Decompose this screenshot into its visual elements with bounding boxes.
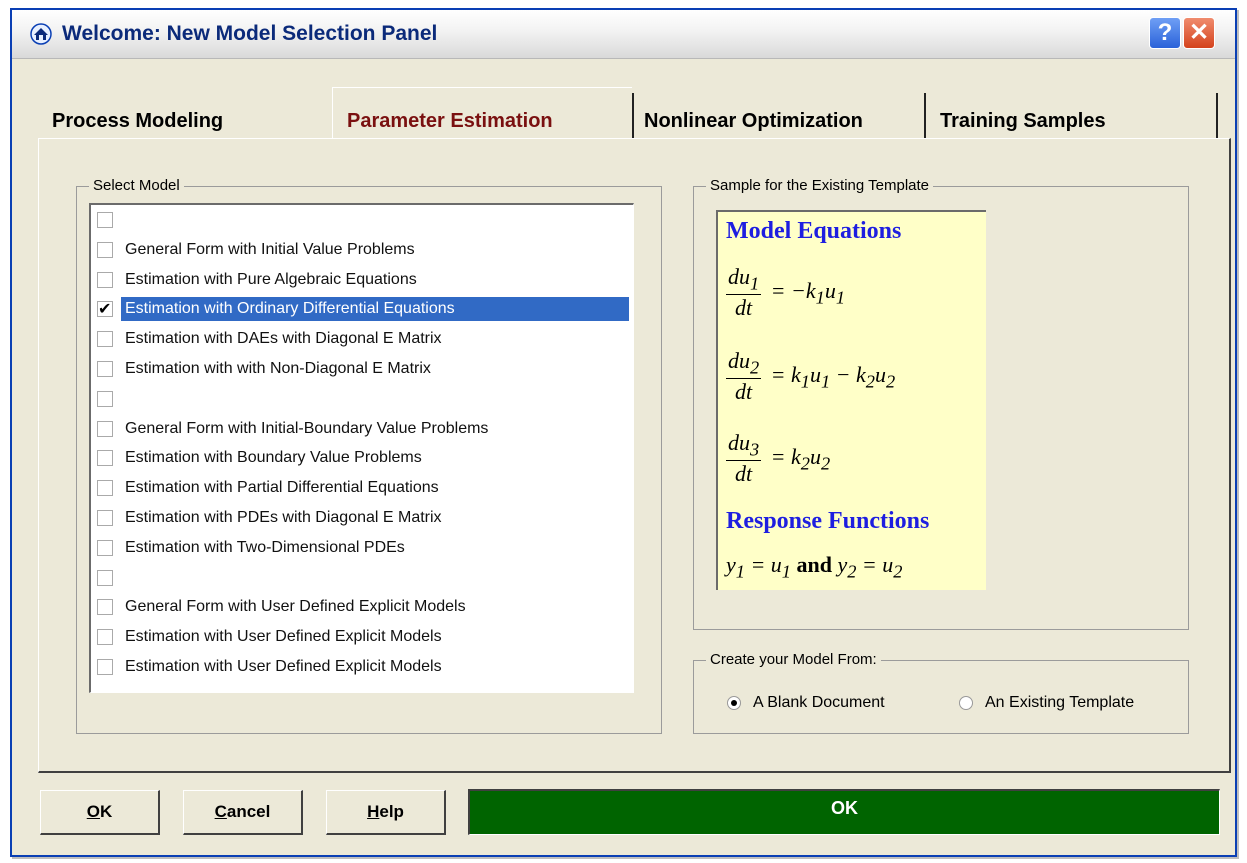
model-equations-heading: Model Equations xyxy=(726,218,902,244)
list-item[interactable]: Estimation with DAEs with Diagonal E Mat… xyxy=(97,326,629,352)
checkbox-icon[interactable] xyxy=(97,450,113,467)
sample-label: Sample for the Existing Template xyxy=(706,177,934,194)
cancel-button[interactable]: Cancel xyxy=(183,790,303,835)
list-item-label: Estimation with with Non-Diagonal E Matr… xyxy=(125,360,431,377)
list-item-label: Estimation with Two-Dimensional PDEs xyxy=(125,538,405,556)
radio-blank-document[interactable]: A Blank Document xyxy=(727,694,885,712)
tab-process-modeling[interactable]: Process Modeling xyxy=(38,93,338,139)
checkbox-icon[interactable] xyxy=(97,569,113,586)
checkbox-icon[interactable] xyxy=(97,420,113,437)
equation-2: du2 dt = k1u1 − k2u2 xyxy=(726,348,896,405)
tab-parameter-estimation[interactable]: Parameter Estimation xyxy=(332,87,632,139)
list-item[interactable]: Estimation with PDEs with Diagonal E Mat… xyxy=(97,505,629,531)
checkbox-icon[interactable] xyxy=(97,659,113,675)
list-item-label: Estimation with Boundary Value Problems xyxy=(125,449,422,467)
tab-training-samples[interactable]: Training Samples xyxy=(924,93,1218,139)
list-item-label: General Form with Initial Value Problems xyxy=(125,240,415,258)
list-item-label: Estimation with User Defined Explicit Mo… xyxy=(125,658,442,675)
checkbox-icon[interactable] xyxy=(97,271,113,288)
checkbox-icon[interactable] xyxy=(97,629,113,646)
checkbox-icon[interactable] xyxy=(97,599,113,616)
list-item[interactable]: Estimation with User Defined Explicit Mo… xyxy=(97,624,629,650)
list-item-label: General Form with Initial-Boundary Value… xyxy=(125,419,489,437)
list-item[interactable]: Estimation with Ordinary Differential Eq… xyxy=(97,296,629,322)
list-item-label: Estimation with Ordinary Differential Eq… xyxy=(121,297,629,322)
radio-label: A Blank Document xyxy=(753,694,885,711)
list-item[interactable]: Estimation with User Defined Explicit Mo… xyxy=(97,654,629,680)
question-icon: ? xyxy=(1157,19,1173,46)
tab-label: Training Samples xyxy=(940,110,1106,132)
select-model-label: Select Model xyxy=(89,177,184,194)
list-item[interactable] xyxy=(97,207,629,233)
checkbox-checked-icon[interactable] xyxy=(97,299,113,318)
radio-unselected-icon xyxy=(959,696,973,710)
response-functions-heading: Response Functions xyxy=(726,508,930,534)
list-item-label: Estimation with PDEs with Diagonal E Mat… xyxy=(125,509,442,526)
list-item[interactable]: Estimation with with Non-Diagonal E Matr… xyxy=(97,356,629,382)
list-item[interactable]: Estimation with Two-Dimensional PDEs xyxy=(97,535,629,561)
ok-button[interactable]: OK xyxy=(40,790,160,835)
list-item[interactable] xyxy=(97,386,629,412)
list-item-label: Estimation with DAEs with Diagonal E Mat… xyxy=(125,330,442,348)
list-item-label: Estimation with User Defined Explicit Mo… xyxy=(125,628,442,646)
title-bar[interactable]: Welcome: New Model Selection Panel ? ✕ xyxy=(12,10,1235,59)
list-item-label: General Form with User Defined Explicit … xyxy=(125,598,466,616)
tab-label: Process Modeling xyxy=(52,110,224,132)
list-item[interactable]: Estimation with Pure Algebraic Equations xyxy=(97,267,629,293)
list-item[interactable]: Estimation with Partial Differential Equ… xyxy=(97,475,629,501)
checkbox-icon[interactable] xyxy=(97,510,113,526)
equation-1: du1 dt = −k1u1 xyxy=(726,264,845,321)
checkbox-icon[interactable] xyxy=(97,241,113,258)
close-button[interactable]: ✕ xyxy=(1183,17,1215,49)
checkbox-icon[interactable] xyxy=(97,480,113,497)
radio-existing-template[interactable]: An Existing Template xyxy=(959,694,1134,712)
status-bar: OK xyxy=(468,789,1220,835)
window-title: Welcome: New Model Selection Panel xyxy=(62,22,438,45)
list-item[interactable]: General Form with Initial-Boundary Value… xyxy=(97,416,629,442)
list-item[interactable]: Estimation with Boundary Value Problems xyxy=(97,445,629,471)
radio-label: An Existing Template xyxy=(985,694,1135,711)
sample-preview: Model Equations du1 dt = −k1u1 du2 dt = k1… xyxy=(716,210,986,590)
response-equation: y1 = u1 and y2 = u2 xyxy=(726,552,903,582)
checkbox-icon[interactable] xyxy=(97,212,113,228)
create-from-label: Create your Model From: xyxy=(706,651,881,668)
radio-selected-icon xyxy=(727,696,741,710)
tab-nonlinear-optimization[interactable]: Nonlinear Optimization xyxy=(632,93,924,139)
checkbox-icon[interactable] xyxy=(97,539,113,556)
list-item[interactable] xyxy=(97,565,629,591)
app-house-icon xyxy=(30,23,52,45)
list-item-label: Estimation with Pure Algebraic Equations xyxy=(125,270,417,288)
checkbox-icon[interactable] xyxy=(97,331,113,348)
tab-label: Parameter Estimation xyxy=(347,110,553,132)
checkbox-icon[interactable] xyxy=(97,361,113,377)
help-button[interactable]: Help xyxy=(326,790,446,835)
close-icon: ✕ xyxy=(1188,19,1210,46)
checkbox-icon[interactable] xyxy=(97,390,113,407)
tab-label: Nonlinear Optimization xyxy=(644,110,863,132)
equation-3: du3 dt = k2u2 xyxy=(726,430,831,487)
list-item-label: Estimation with Partial Differential Equ… xyxy=(125,479,439,497)
list-item[interactable]: General Form with Initial Value Problems xyxy=(97,237,629,263)
model-listbox[interactable]: General Form with Initial Value Problems… xyxy=(89,203,634,693)
help-title-button[interactable]: ? xyxy=(1149,17,1181,49)
list-item[interactable]: General Form with User Defined Explicit … xyxy=(97,594,629,620)
